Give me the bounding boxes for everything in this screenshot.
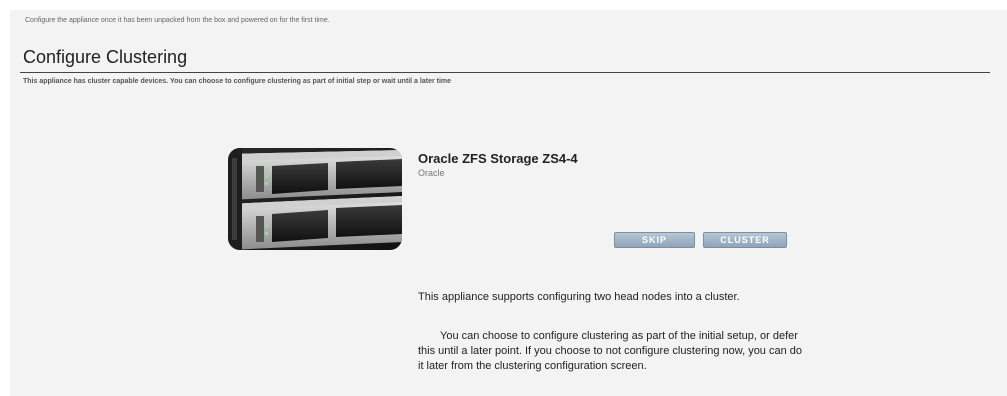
intro-text: Configure the appliance once it has been… bbox=[25, 17, 330, 24]
section-title: Configure Clustering bbox=[23, 47, 188, 67]
storage-appliance-image bbox=[228, 148, 402, 250]
skip-button[interactable]: SKIP bbox=[614, 232, 695, 248]
help-paragraph-1: This appliance supports configuring two … bbox=[418, 291, 740, 303]
product-vendor: Oracle bbox=[418, 168, 445, 178]
cluster-button[interactable]: CLUSTER bbox=[703, 232, 787, 248]
storage-server-icon bbox=[228, 148, 402, 250]
section-divider bbox=[20, 72, 990, 73]
help-paragraph-2: You can choose to configure clustering a… bbox=[418, 330, 803, 372]
product-name: Oracle ZFS Storage ZS4-4 bbox=[418, 151, 578, 166]
section-description: This appliance has cluster capable devic… bbox=[23, 78, 452, 85]
